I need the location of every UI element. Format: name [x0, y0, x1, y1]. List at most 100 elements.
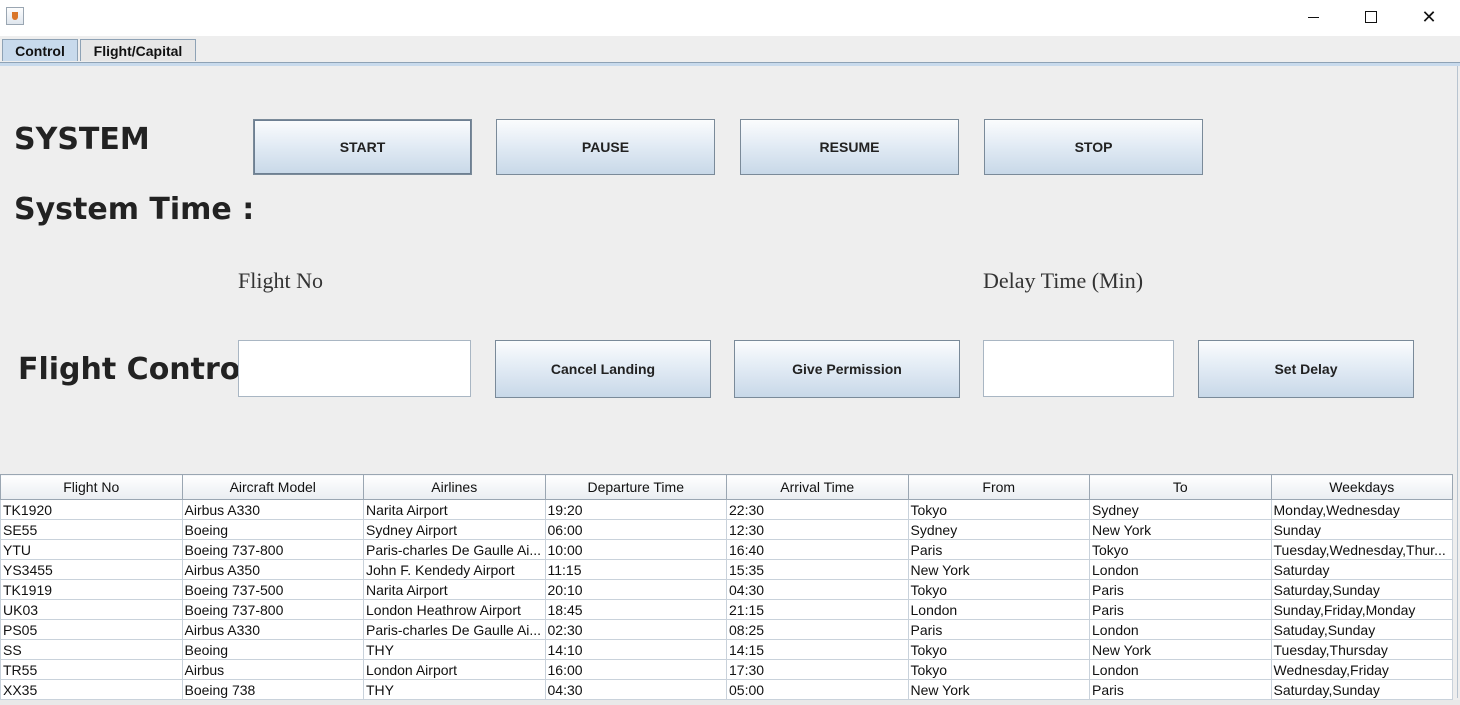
column-header[interactable]: Aircraft Model — [181, 474, 364, 500]
table-cell[interactable]: Boeing 737-800 — [181, 539, 364, 560]
table-cell[interactable]: Sydney — [907, 519, 1090, 540]
table-cell[interactable]: Sydney Airport — [363, 519, 546, 540]
table-cell[interactable]: 11:15 — [544, 559, 727, 580]
table-cell[interactable]: New York — [907, 679, 1090, 700]
table-cell[interactable]: Boeing 738 — [181, 679, 364, 700]
table-row[interactable]: PS05 Airbus A330 Paris-charles De Gaulle A… — [0, 619, 1453, 640]
table-cell[interactable]: UK03 — [0, 599, 183, 620]
table-row[interactable]: UK03 Boeing 737-800 London Heathrow Airpor… — [0, 599, 1453, 620]
table-cell[interactable]: Saturday,Sunday — [1270, 679, 1453, 700]
tab-control[interactable]: Control — [2, 39, 78, 61]
table-cell[interactable]: Tuesday,Thursday — [1270, 639, 1453, 660]
table-cell[interactable]: 12:30 — [726, 519, 909, 540]
table-cell[interactable]: 20:10 — [544, 579, 727, 600]
table-cell[interactable]: Paris-charles De Gaulle Ai... — [363, 619, 546, 640]
table-cell[interactable]: 22:30 — [726, 499, 909, 520]
table-cell[interactable]: 05:00 — [726, 679, 909, 700]
table-cell[interactable]: 16:40 — [726, 539, 909, 560]
table-cell[interactable]: Tuesday,Wednesday,Thur... — [1270, 539, 1453, 560]
table-cell[interactable]: Boeing 737-800 — [181, 599, 364, 620]
table-cell[interactable]: Sydney — [1089, 499, 1272, 520]
table-row[interactable]: YTU Boeing 737-800 Paris-charles De Gaulle… — [0, 539, 1453, 560]
table-cell[interactable]: Tokyo — [1089, 539, 1272, 560]
table-cell[interactable]: 14:15 — [726, 639, 909, 660]
stop-button[interactable]: STOP — [984, 119, 1203, 175]
table-cell[interactable]: Narita Airport — [363, 499, 546, 520]
table-cell[interactable]: Narita Airport — [363, 579, 546, 600]
table-cell[interactable]: Boeing — [181, 519, 364, 540]
table-cell[interactable]: John F. Kendedy Airport — [363, 559, 546, 580]
table-cell[interactable]: 17:30 — [726, 659, 909, 680]
table-cell[interactable]: Paris — [1089, 679, 1272, 700]
table-cell[interactable]: 16:00 — [544, 659, 727, 680]
table-cell[interactable]: 21:15 — [726, 599, 909, 620]
table-cell[interactable]: TK1920 — [0, 499, 183, 520]
start-button[interactable]: START — [253, 119, 472, 175]
table-cell[interactable]: New York — [1089, 519, 1272, 540]
table-cell[interactable]: Paris — [1089, 599, 1272, 620]
table-cell[interactable]: Airbus A330 — [181, 619, 364, 640]
table-cell[interactable]: Sunday,Friday,Monday — [1270, 599, 1453, 620]
close-button[interactable]: ✕ — [1400, 0, 1458, 34]
table-cell[interactable]: 08:25 — [726, 619, 909, 640]
column-header[interactable]: Departure Time — [544, 474, 727, 500]
table-cell[interactable]: London — [907, 599, 1090, 620]
table-cell[interactable]: TK1919 — [0, 579, 183, 600]
table-cell[interactable]: Tokyo — [907, 579, 1090, 600]
table-cell[interactable]: New York — [907, 559, 1090, 580]
table-cell[interactable]: 04:30 — [726, 579, 909, 600]
column-header[interactable]: Flight No — [0, 474, 183, 500]
delay-time-input[interactable] — [983, 340, 1174, 397]
table-cell[interactable]: Airbus A330 — [181, 499, 364, 520]
table-cell[interactable]: 18:45 — [544, 599, 727, 620]
table-cell[interactable]: London — [1089, 559, 1272, 580]
pause-button[interactable]: PAUSE — [496, 119, 715, 175]
table-cell[interactable]: SE55 — [0, 519, 183, 540]
table-cell[interactable]: Airbus A350 — [181, 559, 364, 580]
table-cell[interactable]: London — [1089, 659, 1272, 680]
table-cell[interactable]: London — [1089, 619, 1272, 640]
table-cell[interactable]: Tokyo — [907, 659, 1090, 680]
table-cell[interactable]: YTU — [0, 539, 183, 560]
table-cell[interactable]: XX35 — [0, 679, 183, 700]
table-row[interactable]: XX35 Boeing 738 THY 04:30 05:00 New York Paris… — [0, 679, 1453, 700]
table-cell[interactable]: SS — [0, 639, 183, 660]
table-cell[interactable]: YS3455 — [0, 559, 183, 580]
table-cell[interactable]: Paris — [907, 539, 1090, 560]
table-cell[interactable]: 15:35 — [726, 559, 909, 580]
table-cell[interactable]: Beoing — [181, 639, 364, 660]
table-cell[interactable]: Boeing 737-500 — [181, 579, 364, 600]
table-cell[interactable]: PS05 — [0, 619, 183, 640]
table-cell[interactable]: 19:20 — [544, 499, 727, 520]
table-cell[interactable]: London Heathrow Airport — [363, 599, 546, 620]
table-cell[interactable]: 14:10 — [544, 639, 727, 660]
column-header[interactable]: To — [1089, 474, 1272, 500]
table-cell[interactable]: Airbus — [181, 659, 364, 680]
table-cell[interactable]: TR55 — [0, 659, 183, 680]
table-cell[interactable]: THY — [363, 639, 546, 660]
table-cell[interactable]: THY — [363, 679, 546, 700]
flight-no-input[interactable] — [238, 340, 471, 397]
table-cell[interactable]: 10:00 — [544, 539, 727, 560]
table-cell[interactable]: Wednesday,Friday — [1270, 659, 1453, 680]
tab-flight-capital[interactable]: Flight/Capital — [80, 39, 196, 61]
table-cell[interactable]: 02:30 — [544, 619, 727, 640]
table-cell[interactable]: Sunday — [1270, 519, 1453, 540]
table-cell[interactable]: Saturday — [1270, 559, 1453, 580]
column-header[interactable]: Airlines — [363, 474, 546, 500]
set-delay-button[interactable]: Set Delay — [1198, 340, 1414, 398]
table-cell[interactable]: Monday,Wednesday — [1270, 499, 1453, 520]
cancel-landing-button[interactable]: Cancel Landing — [495, 340, 711, 398]
table-row[interactable]: TK1920 Airbus A330 Narita Airport 19:20 22:3… — [0, 499, 1453, 520]
table-cell[interactable]: New York — [1089, 639, 1272, 660]
give-permission-button[interactable]: Give Permission — [734, 340, 960, 398]
column-header[interactable]: From — [907, 474, 1090, 500]
resume-button[interactable]: RESUME — [740, 119, 959, 175]
table-row[interactable]: SE55 Boeing Sydney Airport 06:00 12:30 Sydney… — [0, 519, 1453, 540]
table-cell[interactable]: 06:00 — [544, 519, 727, 540]
table-cell[interactable]: Paris-charles De Gaulle Ai... — [363, 539, 546, 560]
table-row[interactable]: SS Beoing THY 14:10 14:15 Tokyo New York Tuesda… — [0, 639, 1453, 660]
table-cell[interactable]: Tokyo — [907, 639, 1090, 660]
column-header[interactable]: Arrival Time — [726, 474, 909, 500]
minimize-button[interactable] — [1284, 0, 1342, 34]
